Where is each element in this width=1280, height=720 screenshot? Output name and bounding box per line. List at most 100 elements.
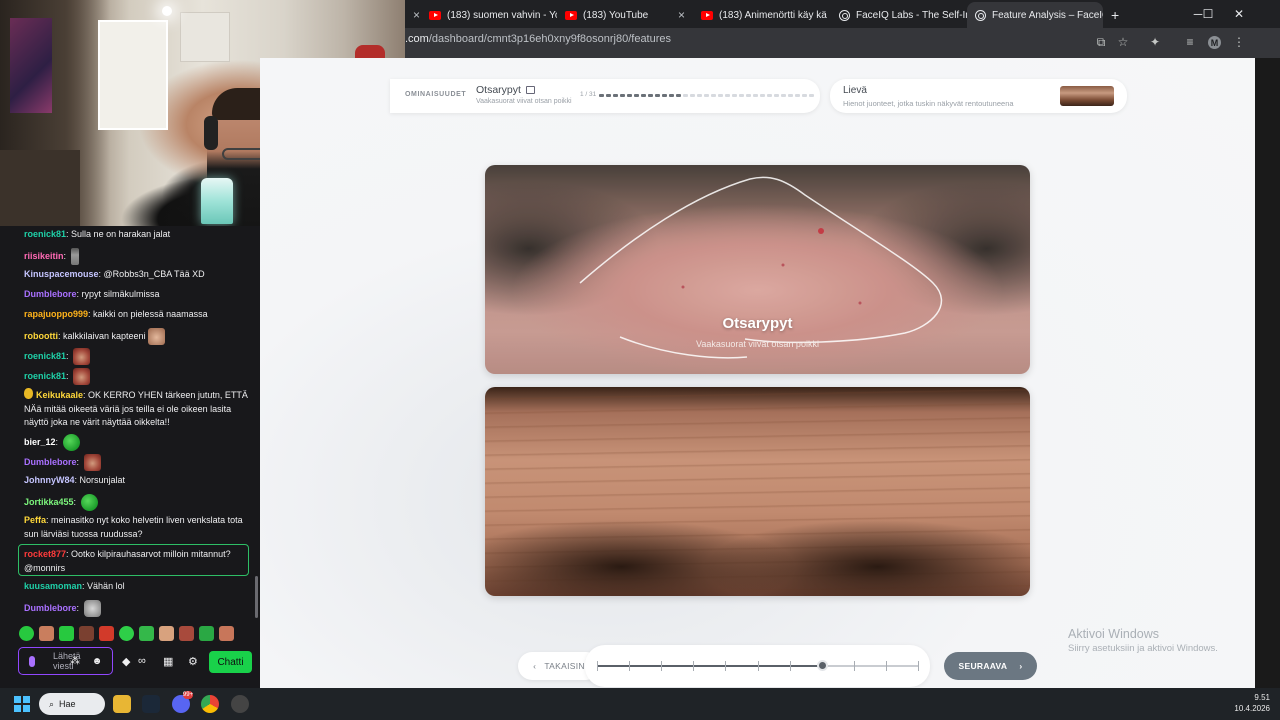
extensions-icon[interactable]: ✦ [1147, 34, 1163, 50]
severity-description: Hienot juonteet, jotka tuskin näkyvät re… [843, 99, 1014, 108]
taskbar-search[interactable]: ⌕ Hae [39, 693, 105, 715]
chrome-icon[interactable] [201, 695, 219, 713]
slider-tick[interactable] [853, 661, 855, 671]
chat-username[interactable]: Dumblebore [24, 457, 77, 467]
severity-slider[interactable] [585, 645, 930, 687]
feature-info-card: OMINAISUUDET Otsarypyt Vaakasuorat viiva… [390, 79, 820, 113]
store-icon[interactable]: ▦ [163, 655, 173, 668]
face-emote-icon[interactable] [147, 328, 165, 345]
emote-icon[interactable] [219, 626, 234, 641]
severity-thumbnail [1060, 86, 1114, 106]
new-tab-button[interactable]: + [1103, 2, 1133, 28]
slider-tick[interactable] [885, 661, 887, 671]
slider-tick[interactable] [789, 661, 791, 671]
red-emote-icon[interactable] [83, 454, 101, 471]
feature-subtitle: Vaakasuorat viivat otsan poikki [476, 98, 572, 105]
chat-username[interactable]: Jortikka455 [24, 497, 74, 507]
slider-knob[interactable] [816, 660, 828, 671]
chevron-right-icon: › [1019, 661, 1023, 671]
progress-segment [697, 94, 702, 97]
red-emote-icon[interactable] [73, 348, 91, 365]
chat-message: rapajuoppo999: kaikki on pielessä naamas… [24, 309, 208, 319]
emote-icon[interactable] [199, 626, 214, 641]
windows-start-icon[interactable] [14, 696, 30, 712]
emote-icon[interactable] [119, 626, 134, 641]
green-emote-icon[interactable] [80, 494, 98, 511]
emote-icon[interactable] [79, 626, 94, 641]
chat-send-button[interactable]: Chatti [209, 651, 252, 673]
emote-icon[interactable] [39, 626, 54, 641]
slider-tick[interactable] [661, 661, 663, 671]
progress-segment [620, 94, 625, 97]
tab-youtube-2[interactable]: (183) YouTube × [557, 2, 693, 28]
emote-icon[interactable] [159, 626, 174, 641]
profile-avatar[interactable]: M [1208, 36, 1221, 49]
youtube-icon [565, 10, 577, 20]
next-button[interactable]: SEURAAVA › [944, 652, 1037, 680]
emote-icon[interactable] [139, 626, 154, 641]
watermark-title: Aktivoi Windows [1068, 627, 1159, 641]
chat-scrollbar[interactable] [255, 576, 258, 618]
chat-username[interactable]: Kinuspacemouse [24, 269, 99, 279]
chat-username[interactable]: roenick81 [24, 371, 66, 381]
chat-username[interactable]: rocket877 [24, 549, 66, 559]
chat-username[interactable]: Keikukaale [36, 390, 83, 400]
pineapple-badge-icon [24, 388, 33, 399]
channel-points-icon[interactable]: ∞ [138, 655, 146, 667]
chat-username[interactable]: rapajuoppo999 [24, 309, 88, 319]
emote-icon[interactable] [179, 626, 194, 641]
settings-gear-icon[interactable]: ⚙ [188, 655, 198, 668]
gift-icon[interactable]: ⁂ [69, 655, 81, 667]
chat-username[interactable]: JohnnyW84 [24, 475, 75, 485]
chat-username[interactable]: roenick81 [24, 229, 66, 239]
media-control-icon[interactable]: ≡ [1182, 34, 1198, 50]
chat-username[interactable]: riisikeitin [24, 251, 64, 261]
slider-tick[interactable] [597, 661, 598, 671]
progress-segment [669, 94, 674, 97]
tab-youtube-1[interactable]: (183) suomen vahvin - Yo [421, 2, 557, 28]
tab-close-icon[interactable]: × [407, 8, 420, 22]
chat-username[interactable]: robootti [24, 331, 58, 341]
menu-kebab-icon[interactable]: ⋮ [1231, 34, 1247, 50]
system-clock[interactable]: 9.51 10.4.2026 [1226, 692, 1270, 714]
green-emote-icon[interactable] [62, 434, 80, 451]
chat-message-input[interactable]: Lähetä viesti ⁂ ☻ [18, 647, 113, 675]
tab-close-icon[interactable]: × [672, 8, 685, 22]
steam-icon[interactable] [142, 695, 160, 713]
url-field[interactable]: .com/dashboard/cmnt3p16eh0xny9f8osonrj80… [405, 33, 671, 45]
maximize-icon[interactable]: ☐ [1194, 0, 1222, 28]
progress-segment [606, 94, 611, 97]
microphone-icon[interactable] [29, 656, 35, 667]
chat-username[interactable]: bier_12 [24, 437, 56, 447]
chat-username[interactable]: kuusamoman [24, 581, 82, 591]
file-explorer-icon[interactable] [113, 695, 131, 713]
chat-username[interactable]: Dumblebore [24, 603, 77, 613]
chat-username[interactable]: Peffa [24, 515, 46, 525]
slider-tick[interactable] [725, 661, 727, 671]
emote-icon[interactable] [19, 626, 34, 641]
book-icon[interactable] [525, 86, 535, 94]
chat-username[interactable]: Dumblebore [24, 289, 77, 299]
translate-icon[interactable]: ⧉ [1093, 34, 1109, 50]
slider-tick[interactable] [757, 661, 759, 671]
bookmark-star-icon[interactable]: ☆ [1115, 34, 1131, 50]
emote-icon[interactable] [99, 626, 114, 641]
obs-icon[interactable] [231, 695, 249, 713]
bits-icon[interactable]: ◆ [122, 655, 130, 668]
chat-message: JohnnyW84: Norsunjalat [24, 475, 126, 485]
slider-tick[interactable] [918, 661, 919, 671]
red-emote-icon[interactable] [73, 368, 91, 385]
slider-tick[interactable] [693, 661, 695, 671]
emote-picker-icon[interactable]: ☻ [91, 655, 103, 667]
emote-icon[interactable] [59, 626, 74, 641]
chat-username[interactable]: roenick81 [24, 351, 66, 361]
close-window-icon[interactable]: ✕ [1225, 0, 1253, 28]
cat-emote-icon[interactable] [83, 600, 101, 617]
bottle-emote-icon[interactable] [70, 248, 79, 265]
tab-feature-analysis[interactable]: Feature Analysis – FaceIQ × [967, 2, 1103, 28]
tab-youtube-3[interactable]: (183) Animenörtti käy kä × [693, 2, 831, 28]
slider-tick[interactable] [629, 661, 631, 671]
tab-faceiq-labs[interactable]: FaceIQ Labs - The Self-Im × [831, 2, 967, 28]
slider-track[interactable] [597, 660, 919, 671]
tab-partial[interactable]: × [405, 2, 421, 28]
